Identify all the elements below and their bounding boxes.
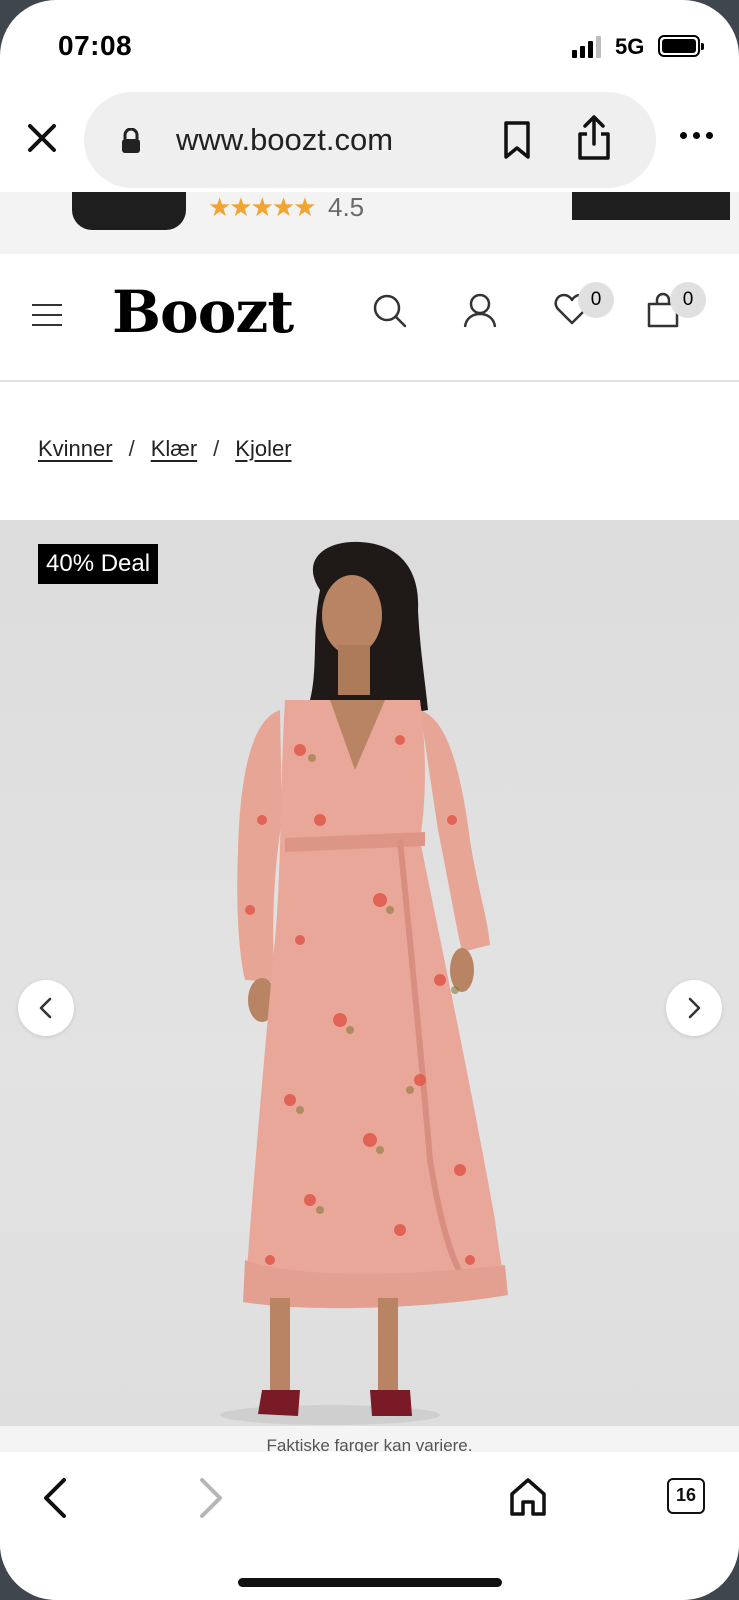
phone-screen: 07:08 5G www.boozt.com B xyxy=(0,0,739,1600)
boozt-logo[interactable]: Boozt xyxy=(112,278,294,346)
close-icon[interactable] xyxy=(24,120,60,156)
cart-count-badge: 0 xyxy=(670,282,706,318)
forward-icon[interactable] xyxy=(196,1476,226,1525)
next-image-button[interactable] xyxy=(666,980,722,1036)
breadcrumb-link-klaer[interactable]: Klær xyxy=(151,436,197,462)
home-icon[interactable] xyxy=(508,1476,548,1523)
breadcrumb-link-kjoler[interactable]: Kjoler xyxy=(235,436,291,462)
status-bar: 07:08 5G xyxy=(0,0,739,90)
tabs-button[interactable]: 16 xyxy=(667,1478,705,1514)
breadcrumb-separator: / xyxy=(213,436,220,461)
product-image xyxy=(220,541,508,1425)
breadcrumb-link-kvinner[interactable]: Kvinner xyxy=(38,436,113,462)
account-icon[interactable] xyxy=(462,292,498,333)
product-image-gallery[interactable]: 40% Deal xyxy=(0,520,739,1426)
home-indicator xyxy=(238,1578,502,1587)
more-options-icon[interactable] xyxy=(680,132,713,139)
browser-toolbar: 16 xyxy=(0,1452,739,1600)
share-icon[interactable] xyxy=(576,114,612,167)
status-time: 07:08 xyxy=(58,30,133,61)
breadcrumb-separator: / xyxy=(128,436,135,461)
deal-badge: 40% Deal xyxy=(38,544,159,584)
wishlist-count-badge: 0 xyxy=(578,282,614,318)
search-icon[interactable] xyxy=(372,292,408,335)
back-icon[interactable] xyxy=(40,1476,70,1525)
chevron-right-icon xyxy=(688,997,701,1019)
bookmark-icon[interactable] xyxy=(502,120,532,165)
app-icon: B xyxy=(72,192,186,230)
url-text[interactable]: www.boozt.com xyxy=(176,122,393,158)
site-header: Boozt 0 0 xyxy=(0,254,739,382)
lock-icon xyxy=(120,127,142,159)
breadcrumb: Kvinner / Klær / Kjoler xyxy=(38,436,292,462)
disclaimer-strip: Faktiske farger kan variere. xyxy=(0,1426,739,1452)
battery-icon xyxy=(658,35,704,57)
prev-image-button[interactable] xyxy=(18,980,74,1036)
app-banner[interactable]: B ★★★★★ 4.5 xyxy=(0,192,739,254)
menu-icon[interactable] xyxy=(32,304,62,334)
banner-button[interactable] xyxy=(572,192,730,220)
url-bar[interactable]: www.boozt.com xyxy=(84,92,656,188)
chevron-left-icon xyxy=(39,997,52,1019)
signal-icon xyxy=(572,36,601,58)
rating-value: 4.5 xyxy=(328,192,365,222)
rating-stars-icon: ★★★★★ xyxy=(208,192,317,222)
color-disclaimer: Faktiske farger kan variere. xyxy=(266,1436,473,1452)
network-type: 5G xyxy=(615,34,645,59)
